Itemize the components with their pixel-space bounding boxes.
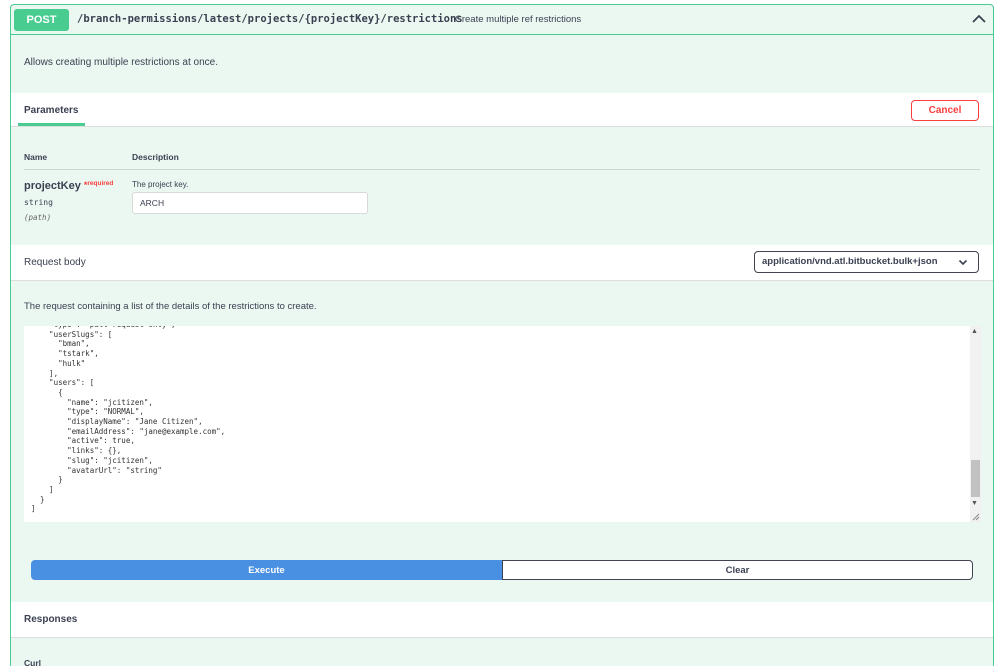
request-body-header: Request body application/vnd.atl.bitbuck… <box>11 245 993 281</box>
operation-summary[interactable]: POST /branch-permissions/latest/projects… <box>11 5 993 35</box>
responses-header: Responses <box>11 602 993 638</box>
header-divider <box>24 169 980 170</box>
method-badge: POST <box>14 9 69 31</box>
operation-block: POST /branch-permissions/latest/projects… <box>10 4 994 666</box>
param-location: (path) <box>24 213 52 222</box>
tab-underline <box>18 123 85 126</box>
content-type-select[interactable]: application/vnd.atl.bitbucket.bulk+json <box>754 251 979 273</box>
param-name: projectKey *required <box>24 180 113 192</box>
clear-button[interactable]: Clear <box>502 560 973 580</box>
request-body-editor[interactable]: "type": "pull-request-only", "userSlugs"… <box>24 326 981 522</box>
execute-button[interactable]: Execute <box>31 560 502 580</box>
curl-label: Curl <box>24 658 41 666</box>
scroll-thumb[interactable] <box>971 460 980 497</box>
param-type: string <box>24 198 53 207</box>
resize-handle-icon[interactable] <box>971 512 980 521</box>
request-body-description: The request containing a list of the det… <box>24 301 317 312</box>
request-body-title: Request body <box>24 257 86 268</box>
chevron-down-icon <box>958 259 968 266</box>
param-name-text: projectKey <box>24 180 81 192</box>
tab-parameters[interactable]: Parameters <box>24 105 78 116</box>
content-type-value: application/vnd.atl.bitbucket.bulk+json <box>762 256 938 267</box>
request-body-code: "type": "pull-request-only", "userSlugs"… <box>31 326 226 514</box>
column-header-description: Description <box>132 152 179 162</box>
scroll-up-icon[interactable]: ▲ <box>971 328 978 335</box>
scroll-down-icon[interactable]: ▼ <box>971 500 978 507</box>
parameters-header: Parameters Cancel <box>11 93 993 127</box>
required-label: required <box>87 180 114 187</box>
param-description: The project key. <box>132 180 189 189</box>
editor-scrollbar[interactable]: ▲ ▼ <box>970 326 981 522</box>
responses-title: Responses <box>24 614 78 625</box>
operation-description: Allows creating multiple restrictions at… <box>24 57 218 68</box>
project-key-input[interactable] <box>132 192 368 214</box>
operation-path: /branch-permissions/latest/projects/{pro… <box>77 13 463 25</box>
operation-summary-text: Create multiple ref restrictions <box>455 14 582 25</box>
chevron-up-icon[interactable] <box>971 11 987 27</box>
column-header-name: Name <box>24 152 48 162</box>
cancel-button[interactable]: Cancel <box>911 100 979 121</box>
